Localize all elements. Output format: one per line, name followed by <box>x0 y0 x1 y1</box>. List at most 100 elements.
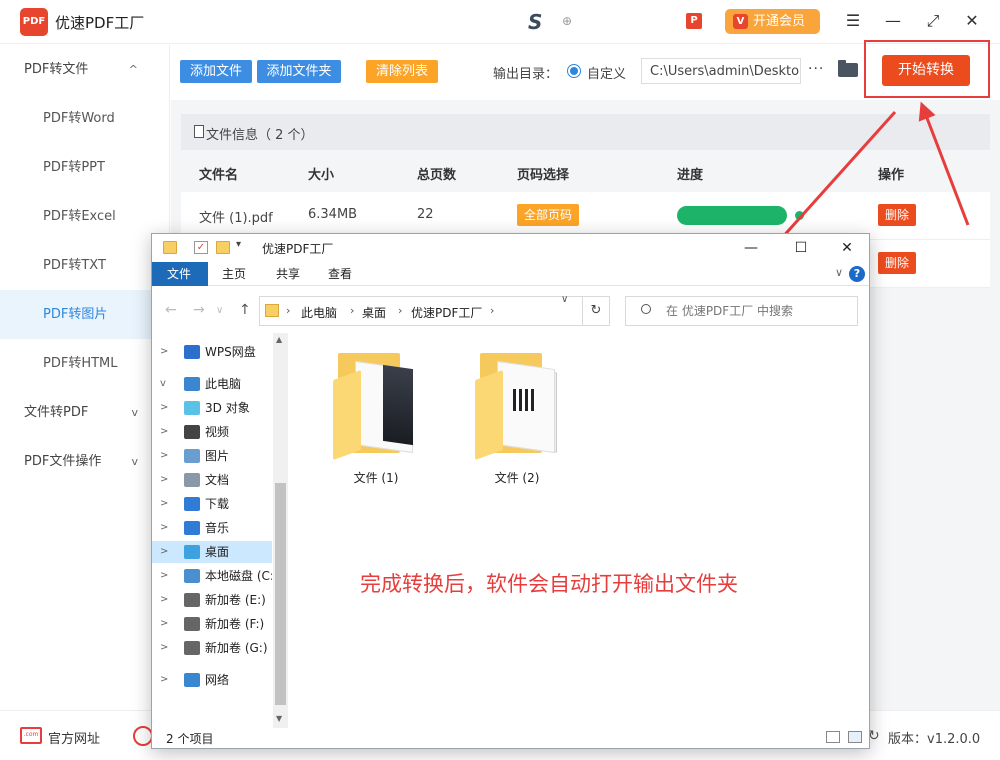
help-icon[interactable]: ? <box>849 266 865 282</box>
add-folder-button[interactable]: 添加文件夹 <box>257 60 341 83</box>
chevron-right-icon[interactable]: > <box>160 421 168 443</box>
chevron-right-icon[interactable]: > <box>160 589 168 611</box>
search-input[interactable] <box>625 296 858 326</box>
tree-item[interactable]: v 此电脑 <box>152 373 272 395</box>
tab-file[interactable]: 文件 <box>152 262 208 286</box>
tab-view[interactable]: 查看 <box>314 262 366 286</box>
large-icons-view-icon[interactable] <box>848 731 862 743</box>
tree-item[interactable]: > WPS网盘 <box>152 341 272 363</box>
sidebar-group-pdf-to-file[interactable]: PDF转文件 ^ <box>0 45 170 94</box>
col-pages: 总页数 <box>417 168 457 183</box>
sidebar-item-pdf-to-txt[interactable]: PDF转TXT <box>0 241 170 290</box>
add-file-button[interactable]: 添加文件 <box>180 60 252 83</box>
tree-item[interactable]: > 网络 <box>152 669 272 691</box>
menu-icon[interactable]: ☰ <box>842 10 864 32</box>
explorer-maximize-button[interactable]: ☐ <box>790 237 812 259</box>
page-select-button[interactable]: 全部页码 <box>517 204 580 226</box>
scroll-down-icon[interactable]: ▼ <box>276 714 282 723</box>
custom-radio[interactable] <box>567 64 581 78</box>
breadcrumb-folder[interactable]: 优速PDF工厂 <box>411 304 482 321</box>
tree-item[interactable]: > 图片 <box>152 445 272 467</box>
breadcrumb-this-pc[interactable]: 此电脑 <box>301 304 337 321</box>
scroll-up-icon[interactable]: ▲ <box>276 335 282 344</box>
sidebar-item-pdf-to-ppt[interactable]: PDF转PPT <box>0 143 170 192</box>
chevron-down-icon: v <box>131 406 138 419</box>
explorer-close-button[interactable]: ✕ <box>836 237 858 259</box>
s-logo-icon[interactable]: S <box>528 10 542 34</box>
properties-icon[interactable]: ✓ <box>194 241 208 254</box>
chevron-down-icon[interactable]: v <box>160 373 166 395</box>
tree-item[interactable]: > 桌面 <box>152 541 272 563</box>
ribbon-collapse-icon[interactable]: ∨ <box>835 266 843 279</box>
clear-list-button[interactable]: 清除列表 <box>366 60 438 83</box>
forward-arrow-icon[interactable]: → <box>193 302 205 318</box>
address-bar[interactable]: › 此电脑 › 桌面 › 优速PDF工厂 › <box>259 296 583 326</box>
folder-label-1[interactable]: 文件 (1) <box>326 469 426 486</box>
folder-label-2[interactable]: 文件 (2) <box>467 469 567 486</box>
sidebar-group-pdf-operations[interactable]: PDF文件操作 v <box>0 437 170 486</box>
tree-item[interactable]: > 视频 <box>152 421 272 443</box>
tree-item[interactable]: > 文档 <box>152 469 272 491</box>
chevron-right-icon[interactable]: > <box>160 613 168 635</box>
tree-item-label: 新加卷 (F:) <box>205 617 265 631</box>
website-icon[interactable]: .com <box>20 727 42 744</box>
tree-item[interactable]: > 本地磁盘 (C:) <box>152 565 272 587</box>
p-logo-icon[interactable]: P <box>686 13 702 29</box>
tree-item[interactable]: > 新加卷 (F:) <box>152 613 272 635</box>
chevron-right-icon[interactable]: > <box>160 669 168 691</box>
scroll-thumb[interactable] <box>275 483 286 705</box>
chevron-right-icon[interactable]: > <box>160 637 168 659</box>
navigation-scrollbar[interactable]: ▲ ▼ <box>273 333 288 728</box>
custom-radio-label[interactable]: 自定义 <box>587 63 626 82</box>
website-link[interactable]: 官方网址 <box>48 728 100 747</box>
recent-dropdown-icon[interactable]: ∨ <box>216 305 223 316</box>
start-convert-button[interactable]: 开始转换 <box>882 55 970 86</box>
folder-icon[interactable] <box>838 60 858 77</box>
quick-access-dropdown-icon[interactable]: ▾ <box>236 239 241 250</box>
details-view-icon[interactable] <box>826 731 840 743</box>
tab-home[interactable]: 主页 <box>208 262 260 286</box>
breadcrumb-desktop[interactable]: 桌面 <box>362 304 386 321</box>
explorer-minimize-button[interactable]: — <box>740 237 762 259</box>
tree-item[interactable]: > 下载 <box>152 493 272 515</box>
folder-content[interactable]: 文件 (1) 文件 (2) <box>288 333 869 728</box>
tree-item[interactable]: > 新加卷 (E:) <box>152 589 272 611</box>
chevron-right-icon[interactable]: > <box>160 445 168 467</box>
delete-button[interactable]: 删除 <box>878 252 917 274</box>
sidebar-item-pdf-to-word[interactable]: PDF转Word <box>0 94 170 143</box>
chevron-right-icon[interactable]: > <box>160 341 168 363</box>
navigation-pane[interactable]: > WPS网盘 v 此电脑 >3D 对象 > 视频 > 图片 > 文档 > 下载 > 音乐 > 桌面 > 本地磁盘 … <box>152 333 288 728</box>
sidebar-group-file-to-pdf[interactable]: 文件转PDF v <box>0 388 170 437</box>
tree-item[interactable]: > 新加卷 (G:) <box>152 637 272 659</box>
vip-button[interactable]: V 开通会员 <box>725 9 820 34</box>
tab-share[interactable]: 共享 <box>262 262 314 286</box>
output-path-input[interactable] <box>641 58 801 84</box>
up-arrow-icon[interactable]: ↑ <box>239 302 251 318</box>
tree-item[interactable]: > 音乐 <box>152 517 272 539</box>
close-button[interactable]: ✕ <box>961 10 983 32</box>
address-dropdown-icon[interactable]: ∨ <box>561 294 568 305</box>
small-dot-icon[interactable]: ⊕ <box>562 14 572 28</box>
chevron-right-icon[interactable]: > <box>160 493 168 515</box>
chevron-right-icon[interactable]: > <box>160 397 168 419</box>
minimize-button[interactable]: — <box>882 10 904 32</box>
new-folder-icon[interactable] <box>216 241 230 254</box>
chevron-right-icon[interactable]: > <box>160 565 168 587</box>
tree-item[interactable]: >3D 对象 <box>152 397 272 419</box>
more-options-icon[interactable]: ··· <box>808 61 824 77</box>
qq-icon[interactable] <box>133 726 153 746</box>
refresh-button[interactable]: ↻ <box>582 296 610 326</box>
chevron-right-icon[interactable]: > <box>160 517 168 539</box>
back-arrow-icon[interactable]: ← <box>165 302 177 318</box>
output-dir-label: 输出目录： <box>493 67 559 82</box>
explorer-window[interactable]: ✓ ▾ 优速PDF工厂 — ☐ ✕ 文件 主页 共享 查看 ∨ ? ← → ∨ … <box>151 233 870 749</box>
sidebar-item-pdf-to-image[interactable]: PDF转图片 <box>0 290 170 339</box>
chevron-right-icon[interactable]: > <box>160 541 168 563</box>
chevron-right-icon[interactable]: > <box>160 469 168 491</box>
folder-item-1[interactable] <box>333 353 423 461</box>
maximize-button[interactable]: ⤢ <box>922 10 944 32</box>
folder-item-2[interactable] <box>475 353 565 461</box>
delete-button[interactable]: 删除 <box>878 204 917 226</box>
sidebar-item-pdf-to-excel[interactable]: PDF转Excel <box>0 192 170 241</box>
sidebar-item-pdf-to-html[interactable]: PDF转HTML <box>0 339 170 388</box>
